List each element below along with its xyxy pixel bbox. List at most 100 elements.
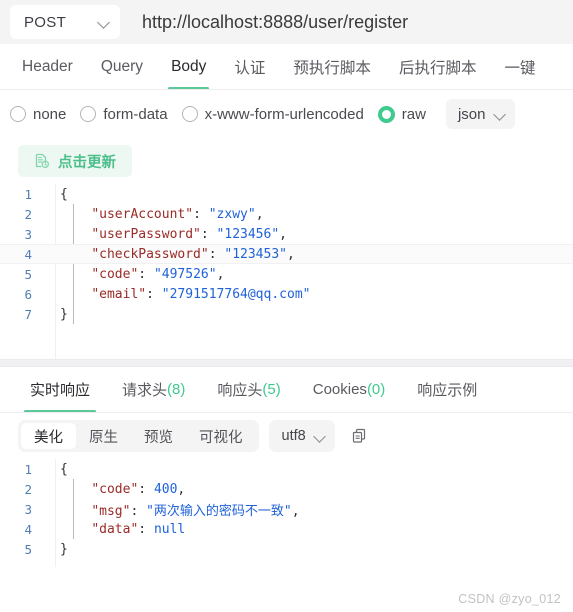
update-button-label: 点击更新 (58, 154, 116, 171)
request-tab-2[interactable]: Query (87, 44, 157, 89)
update-button-bar: 点击更新 (0, 138, 573, 184)
line-number: 1 (24, 186, 32, 202)
line-number: 4 (24, 246, 32, 262)
response-tab-label: 响应头 (217, 382, 263, 399)
line-number: 4 (24, 521, 32, 537)
response-view-4[interactable]: 可视化 (186, 423, 256, 449)
response-tab-label: 实时响应 (30, 382, 91, 399)
line-number: 7 (24, 306, 32, 322)
code-line[interactable]: 7} (0, 304, 573, 324)
body-type-radio-label: x-www-form-urlencoded (204, 105, 364, 123)
code-line[interactable]: 6 "email": "2791517764@qq.com" (0, 284, 573, 304)
request-body-editor[interactable]: 1{2 "userAccount": "zxwy", 3 "userPasswor… (0, 184, 573, 359)
body-type-radio-raw[interactable]: raw (377, 105, 426, 123)
response-body-editor[interactable]: 1{2 "code": 400, 3 "msg": "两次输入的密码不一致", 4 … (0, 459, 573, 567)
code-line[interactable]: 4 "checkPassword": "123453", (0, 244, 573, 264)
code-line[interactable]: 5} (0, 539, 573, 559)
body-type-radio-label: form-data (103, 105, 168, 123)
response-tabs: 实时响应 请求头 (8) 响应头 (5) Cookies (0) 响应示例 (0, 367, 573, 413)
radio-circle-icon (377, 105, 395, 123)
code-line[interactable]: 1{ (0, 184, 573, 204)
chevron-down-icon (314, 430, 326, 442)
watermark: CSDN @zyo_012 (458, 592, 561, 606)
code-line[interactable]: 3 "userPassword": "123456", (0, 224, 573, 244)
code-text: } (60, 541, 68, 557)
response-view-segmented: 美化 原生 预览 可视化 (18, 420, 259, 452)
chevron-down-icon (494, 108, 506, 120)
request-tab-3[interactable]: Body (157, 44, 220, 89)
request-tab-label: 一键 (504, 59, 536, 77)
response-view-1[interactable]: 美化 (21, 423, 76, 449)
line-number: 2 (24, 206, 32, 222)
code-text: "code": "497526", (91, 266, 225, 282)
response-tab-4[interactable]: Cookies (0) (297, 367, 402, 412)
url-bar: POST http://localhost:8888/user/register (0, 0, 573, 44)
url-input[interactable]: http://localhost:8888/user/register (142, 12, 408, 33)
panel-splitter[interactable] (0, 359, 573, 367)
code-text: { (60, 186, 68, 202)
body-type-radio-label: none (33, 105, 67, 123)
line-number: 3 (24, 501, 32, 517)
request-tabs: Header Query Body 认证 预执行脚本 后执行脚本 一键 (0, 44, 573, 90)
response-tab-5[interactable]: 响应示例 (401, 367, 493, 412)
http-method-label: POST (24, 13, 67, 31)
chevron-down-icon (98, 16, 110, 28)
body-type-radio-form-data[interactable]: form-data (80, 105, 168, 123)
radio-circle-icon (80, 106, 97, 122)
response-view-2[interactable]: 原生 (76, 423, 131, 449)
request-tab-label: 认证 (234, 59, 266, 77)
line-number: 2 (24, 481, 32, 497)
request-tab-label: Header (22, 57, 73, 75)
line-number: 5 (24, 541, 32, 557)
code-text: "checkPassword": "123453", (91, 246, 295, 262)
request-tab-label: Body (171, 57, 207, 75)
request-tab-label: 预执行脚本 (293, 59, 371, 77)
line-number: 5 (24, 266, 32, 282)
code-line[interactable]: 5 "code": "497526", (0, 264, 573, 284)
response-tab-count: (0) (366, 381, 386, 398)
body-format-select[interactable]: json (445, 99, 515, 129)
line-number: 3 (24, 226, 32, 242)
request-tab-1[interactable]: Header (8, 44, 87, 89)
code-line[interactable]: 2 "userAccount": "zxwy", (0, 204, 573, 224)
code-text: } (60, 306, 68, 322)
file-refresh-icon (34, 153, 50, 169)
code-text: "userPassword": "123456", (91, 226, 287, 242)
radio-circle-icon (181, 106, 198, 122)
update-button[interactable]: 点击更新 (18, 145, 132, 177)
response-tab-2[interactable]: 请求头 (8) (106, 367, 201, 412)
response-toolbar: 美化 原生 预览 可视化 utf8 (0, 413, 573, 459)
body-type-radio-group: none form-data x-www-form-urlencoded raw js… (0, 90, 573, 138)
code-text: "email": "2791517764@qq.com" (91, 286, 311, 302)
code-line[interactable]: 3 "msg": "两次输入的密码不一致", (0, 499, 573, 519)
response-view-3[interactable]: 预览 (131, 423, 186, 449)
response-tab-label: 响应示例 (417, 382, 478, 399)
response-tab-3[interactable]: 响应头 (5) (201, 367, 296, 412)
request-tab-label: Query (100, 57, 144, 75)
request-tab-label: 后执行脚本 (398, 59, 477, 77)
encoding-label: utf8 (281, 428, 306, 444)
encoding-select[interactable]: utf8 (268, 420, 335, 452)
body-type-radio-none[interactable]: none (10, 106, 66, 123)
request-tab-6[interactable]: 后执行脚本 (385, 44, 491, 89)
code-text: { (60, 461, 68, 477)
body-type-radio-x-www-form-urlencoded[interactable]: x-www-form-urlencoded (181, 105, 364, 123)
code-text: "code": 400, (91, 481, 186, 497)
code-text: "userAccount": "zxwy", (91, 206, 264, 222)
request-tab-7[interactable]: 一键 (490, 44, 549, 89)
response-tab-1[interactable]: 实时响应 (14, 367, 106, 412)
response-tab-count: (8) (167, 381, 186, 398)
request-tab-5[interactable]: 预执行脚本 (279, 44, 385, 89)
code-text: "msg": "两次输入的密码不一致", (91, 503, 300, 519)
radio-circle-icon (10, 106, 26, 122)
code-line[interactable]: 2 "code": 400, (0, 479, 573, 499)
request-tab-4[interactable]: 认证 (220, 44, 279, 89)
copy-icon[interactable] (351, 427, 369, 445)
code-line[interactable]: 1{ (0, 459, 573, 479)
api-client-window: POST http://localhost:8888/user/register… (0, 0, 573, 612)
response-tab-count: (5) (262, 381, 281, 398)
code-line[interactable]: 4 "data": null (0, 519, 573, 539)
response-tab-label: 请求头 (122, 382, 168, 399)
body-type-radio-label: raw (401, 105, 426, 123)
http-method-select[interactable]: POST (10, 5, 120, 39)
